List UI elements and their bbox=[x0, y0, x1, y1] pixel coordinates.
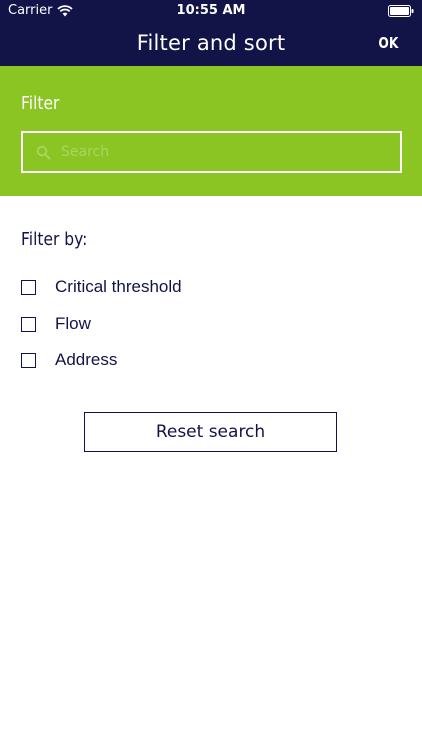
checkbox-icon[interactable] bbox=[21, 316, 36, 332]
filter-option-label: Critical threshold bbox=[55, 277, 182, 296]
ok-button[interactable]: OK bbox=[378, 34, 398, 52]
status-bar: Carrier 10:55 AM bbox=[0, 0, 422, 22]
filter-sort-screen: Carrier 10:55 AM Filter and sort OK Filt… bbox=[0, 0, 422, 750]
checkbox-icon[interactable] bbox=[21, 279, 36, 295]
search-input[interactable] bbox=[61, 133, 391, 171]
page-title: Filter and sort bbox=[136, 31, 286, 55]
filter-heading: Filter bbox=[21, 93, 60, 114]
search-box[interactable] bbox=[21, 131, 402, 173]
filter-panel: Filter bbox=[0, 66, 422, 196]
nav-bar: Filter and sort OK bbox=[0, 22, 422, 66]
status-time: 10:55 AM bbox=[176, 3, 246, 18]
search-icon bbox=[36, 145, 51, 160]
checkbox-icon[interactable] bbox=[21, 352, 36, 368]
filter-option-label: Flow bbox=[55, 314, 91, 333]
filter-option-critical-threshold[interactable]: Critical threshold bbox=[21, 275, 182, 299]
reset-search-button[interactable]: Reset search bbox=[84, 412, 337, 452]
filter-option-flow[interactable]: Flow bbox=[21, 312, 91, 336]
filter-by-heading: Filter by: bbox=[21, 229, 88, 250]
filter-option-label: Address bbox=[55, 350, 118, 369]
battery-icon bbox=[388, 5, 414, 17]
filter-option-address[interactable]: Address bbox=[21, 348, 117, 372]
